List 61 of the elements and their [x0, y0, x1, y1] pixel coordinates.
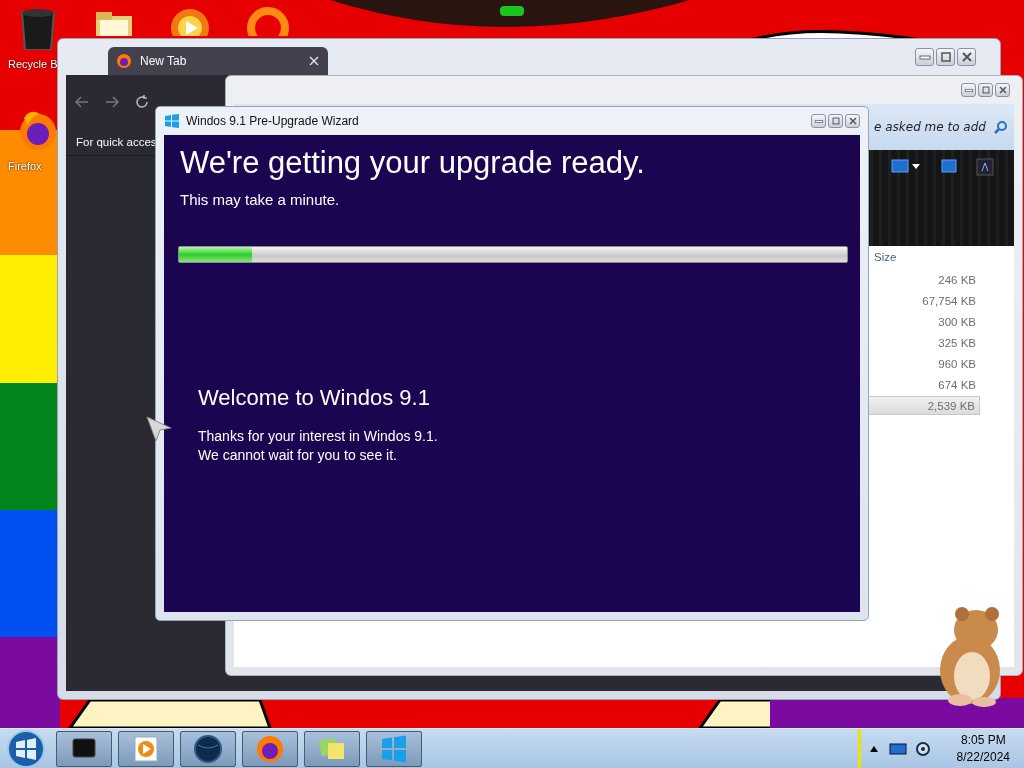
file-row[interactable]: 67,754 KB — [868, 291, 980, 310]
file-row[interactable]: 246 KB — [868, 270, 980, 289]
search-icon[interactable] — [994, 120, 1008, 134]
windows-logo-icon — [164, 113, 180, 129]
minimize-icon — [918, 54, 931, 60]
subheading: This may take a minute. — [180, 191, 341, 208]
close-button[interactable] — [995, 83, 1010, 97]
maximize-button[interactable] — [828, 114, 843, 128]
file-row[interactable]: 960 KB — [868, 354, 980, 373]
taskbar-button[interactable] — [242, 730, 298, 767]
file-row[interactable]: 325 KB — [868, 333, 980, 352]
minimize-button[interactable] — [915, 48, 934, 66]
close-icon — [961, 52, 972, 62]
start-button[interactable] — [6, 728, 46, 768]
table-cell: 300 KB — [938, 315, 976, 328]
welcome-text: Thanks for your interest in Windos 9.1. We cannot wait for you to see it. — [198, 427, 439, 465]
table-cell: 67,754 KB — [922, 294, 976, 307]
maximize-icon — [940, 52, 951, 62]
file-row[interactable]: 300 KB — [868, 312, 980, 331]
monitor-icon[interactable] — [888, 741, 907, 756]
close-icon — [848, 117, 857, 125]
back-icon[interactable] — [74, 94, 90, 110]
search-field[interactable]: e asked me to add — [874, 118, 986, 136]
file-row[interactable]: 2,539 KB — [868, 396, 980, 415]
bookmarks-hint: For quick acces — [76, 136, 157, 148]
minimize-button[interactable] — [961, 83, 976, 97]
help-icon[interactable] — [976, 158, 994, 176]
forward-icon[interactable] — [104, 94, 120, 110]
disc-icon[interactable] — [914, 740, 931, 757]
fox-globe-icon — [116, 53, 132, 69]
table-cell: 325 KB — [938, 336, 976, 349]
cursor-icon — [146, 416, 172, 442]
table-cell: 674 KB — [938, 378, 976, 391]
maximize-button[interactable] — [936, 48, 955, 66]
close-button[interactable] — [845, 114, 860, 128]
clock[interactable]: 8:05 PM 8/22/2024 — [938, 731, 1024, 766]
minimize-icon — [964, 88, 973, 92]
icon-label[interactable]: Recycle B — [8, 58, 58, 70]
table-cell: 2,539 KB — [927, 399, 975, 412]
close-icon — [998, 86, 1007, 94]
maximize-button[interactable] — [978, 83, 993, 97]
reload-icon[interactable] — [134, 94, 150, 110]
taskbar-button[interactable] — [56, 730, 112, 767]
file-row[interactable]: 674 KB — [868, 375, 980, 394]
window-title: Windos 9.1 Pre-Upgrade Wizard — [186, 114, 359, 128]
heading: We're getting your upgrade ready. — [180, 145, 646, 181]
close-button[interactable] — [957, 48, 976, 66]
welcome-heading: Welcome to Windos 9.1 — [198, 385, 431, 411]
tab-title: New Tab — [140, 54, 188, 68]
table-cell: 960 KB — [938, 357, 976, 370]
column-header[interactable]: Size — [868, 251, 897, 263]
globe-icon — [192, 732, 224, 765]
table-cell: 246 KB — [938, 273, 976, 286]
minimize-button[interactable] — [811, 114, 826, 128]
close-icon[interactable] — [308, 55, 320, 67]
taskbar-button[interactable] — [180, 730, 236, 767]
pane-icon[interactable] — [940, 158, 958, 174]
view-icon[interactable] — [890, 158, 922, 174]
taskbar-button[interactable] — [118, 730, 174, 767]
browser-tab[interactable]: New Tab — [108, 47, 328, 75]
minimize-icon — [814, 119, 823, 123]
